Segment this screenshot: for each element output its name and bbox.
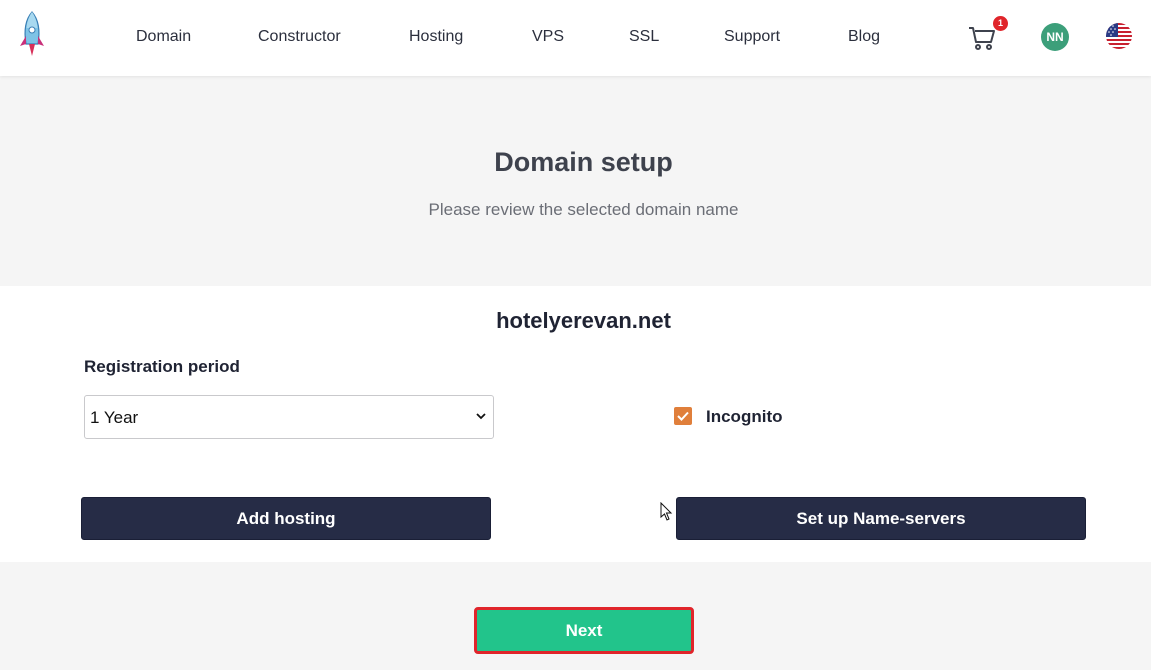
nav-vps[interactable]: VPS: [532, 28, 564, 46]
mouse-cursor-icon: [660, 502, 673, 521]
nav-ssl[interactable]: SSL: [629, 28, 659, 46]
page-subtitle: Please review the selected domain name: [428, 200, 739, 219]
incognito-checkbox[interactable]: [674, 407, 692, 425]
next-button[interactable]: Next: [474, 607, 694, 654]
registration-period-value: 1 Year: [90, 408, 139, 427]
rocket-logo-icon[interactable]: [17, 10, 47, 60]
registration-period-select[interactable]: 1 Year: [84, 395, 494, 439]
cart-icon[interactable]: [967, 22, 997, 52]
checkmark-icon: [677, 411, 689, 421]
site-header: Domain Constructor Hosting VPS SSL Suppo…: [0, 0, 1151, 76]
us-flag-icon[interactable]: [1106, 23, 1132, 49]
nav-support[interactable]: Support: [724, 28, 780, 46]
incognito-label[interactable]: Incognito: [706, 407, 782, 427]
nav-blog[interactable]: Blog: [848, 28, 880, 46]
user-avatar[interactable]: NN: [1041, 23, 1069, 51]
nav-hosting[interactable]: Hosting: [409, 28, 463, 46]
page-title: Domain setup: [494, 147, 673, 177]
chevron-down-icon: [476, 413, 486, 420]
domain-setup-panel: hotelyerevan.net Registration period 1 Y…: [0, 286, 1151, 562]
add-hosting-button[interactable]: Add hosting: [81, 497, 491, 540]
registration-period-label: Registration period: [84, 357, 240, 376]
cart-count-badge: 1: [993, 16, 1008, 31]
set-up-nameservers-button[interactable]: Set up Name-servers: [676, 497, 1086, 540]
selected-domain-name: hotelyerevan.net: [496, 308, 671, 333]
nav-constructor[interactable]: Constructor: [258, 28, 341, 46]
nav-domain[interactable]: Domain: [136, 28, 191, 46]
